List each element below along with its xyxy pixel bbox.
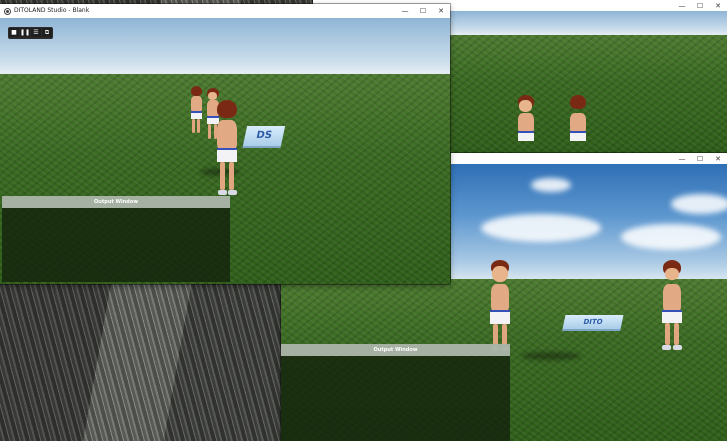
character [486,260,514,356]
main-window-titlebar[interactable]: DITOLAND Studio - Blank — ☐ ✕ [0,4,450,18]
window-button[interactable]: ⧉ [42,28,52,37]
character [212,100,242,200]
right-window-titlebar[interactable]: — ☐ ✕ [451,153,727,164]
list-button[interactable]: ☰ [31,28,41,37]
ds-sign-block: DS [242,126,286,146]
pause-button[interactable]: ❚❚ [20,28,30,37]
output-window[interactable]: Output Window [281,344,510,441]
main-game-window[interactable]: DITOLAND Studio - Blank — ☐ ✕ DS ■ ❚❚ ☰ … [0,4,450,284]
ds-sign-text: DS [255,130,274,141]
playback-toolbar: ■ ❚❚ ☰ ⧉ [8,27,53,39]
app-logo-icon [4,7,11,15]
main-close-button[interactable]: ✕ [432,4,450,18]
output-window-title[interactable]: Output Window [2,196,230,208]
sky [0,18,450,74]
character [658,260,686,354]
output-window[interactable]: Output Window [2,196,230,282]
stop-button[interactable]: ■ [9,28,19,37]
output-window-title[interactable]: Output Window [281,344,510,356]
character [188,86,204,140]
main-maximize-button[interactable]: ☐ [414,4,432,18]
character [513,95,539,153]
character [565,95,591,153]
main-minimize-button[interactable]: — [396,4,414,18]
main-window-title: DITOLAND Studio - Blank [14,7,90,14]
dito-sign-text: DITO [582,318,604,326]
dito-sign-block: DITO [562,315,624,329]
